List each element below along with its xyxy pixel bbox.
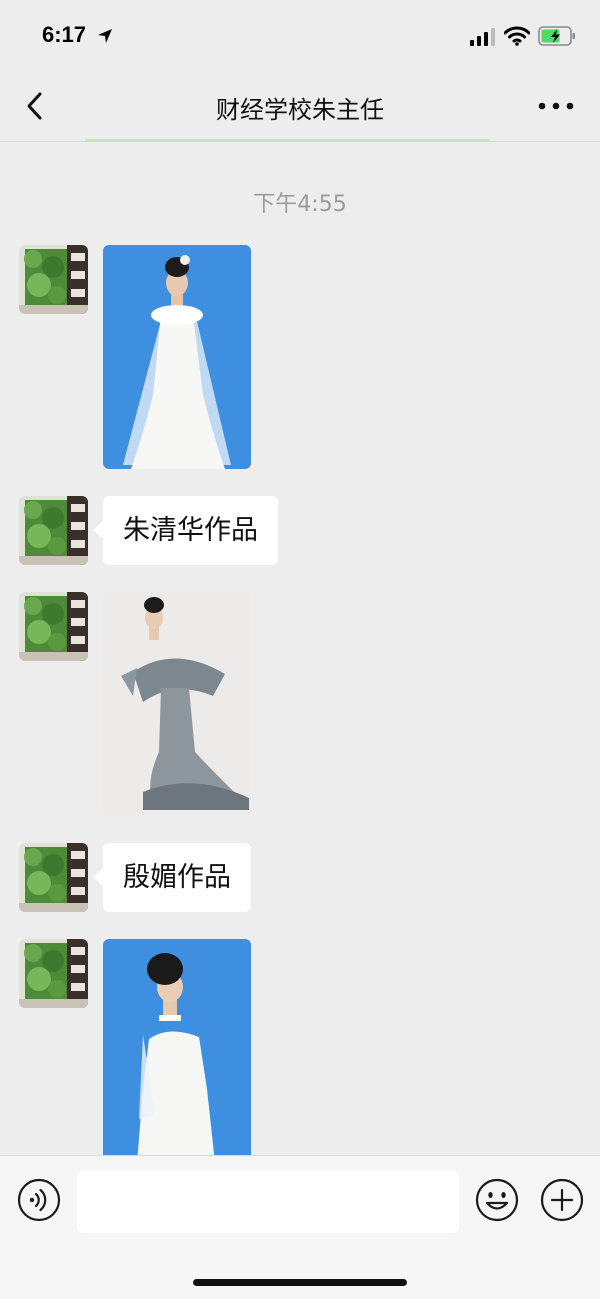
avatar[interactable] [19, 592, 88, 661]
avatar[interactable] [19, 496, 88, 565]
cellular-signal-icon [470, 28, 495, 46]
message-list[interactable]: 下午4:55 朱清华作品 殷媚作品 [0, 142, 600, 1155]
plus-icon[interactable] [540, 1178, 584, 1222]
location-arrow-icon [98, 29, 112, 43]
emoji-icon[interactable] [475, 1178, 519, 1222]
chat-header: 财经学校朱主任 [0, 70, 600, 142]
photo-message[interactable] [103, 939, 251, 1155]
status-bar: 6:17 [0, 0, 600, 70]
message-timestamp: 下午4:55 [253, 192, 347, 217]
message-input-bar [0, 1155, 600, 1299]
more-dots-icon[interactable] [536, 100, 576, 112]
text-message-bubble[interactable]: 朱清华作品 [93, 496, 278, 565]
photo-message[interactable] [103, 592, 251, 816]
voice-icon[interactable] [17, 1178, 61, 1222]
chat-title: 财经学校朱主任 [216, 96, 384, 124]
battery-charging-icon [538, 26, 575, 46]
text-message-bubble[interactable]: 殷媚作品 [93, 843, 251, 912]
avatar[interactable] [19, 939, 88, 1008]
photo-message[interactable] [103, 245, 251, 469]
status-time: 6:17 [42, 22, 87, 47]
wifi-icon [504, 26, 530, 46]
avatar[interactable] [19, 843, 88, 912]
message-input[interactable] [77, 1171, 459, 1233]
home-indicator[interactable] [193, 1279, 407, 1286]
avatar[interactable] [19, 245, 88, 314]
